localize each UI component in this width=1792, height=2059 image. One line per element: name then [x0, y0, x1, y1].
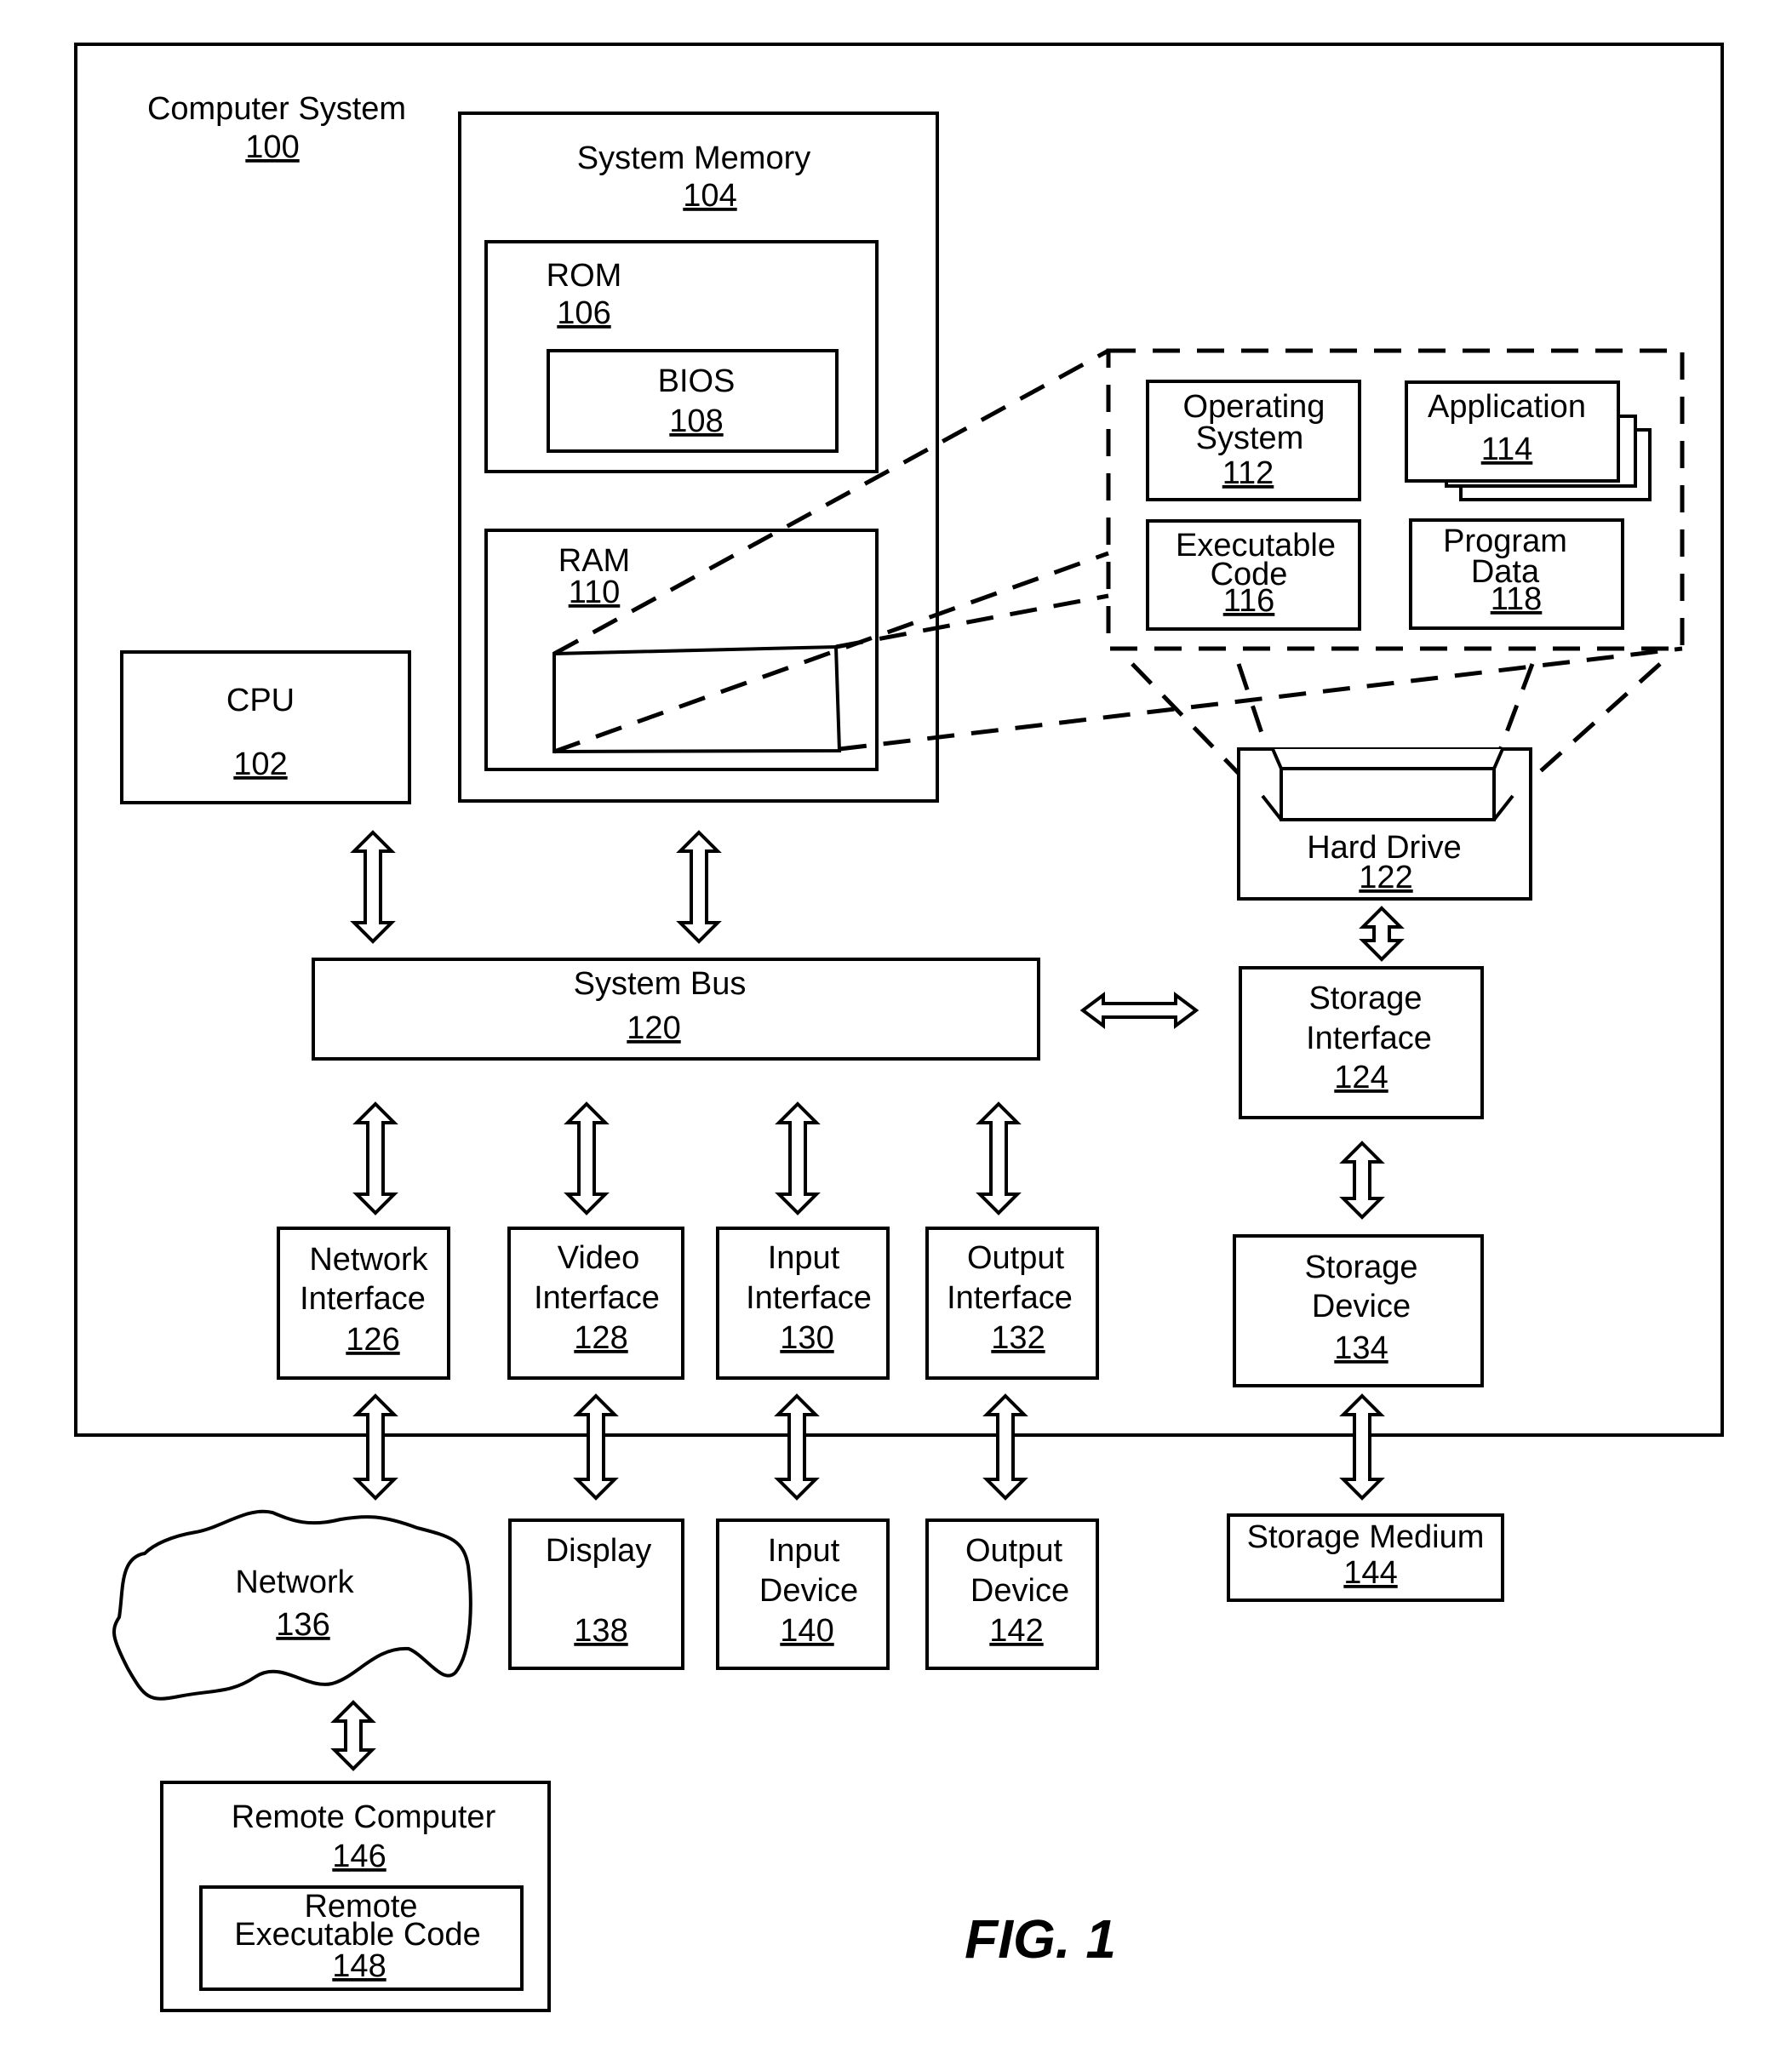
cpu-ref: 102 — [233, 746, 287, 782]
system-bus-ref: 120 — [627, 1010, 680, 1046]
input-device-label-2: Device — [759, 1573, 858, 1609]
display-label: Display — [546, 1533, 652, 1569]
output-device-label-1: Output — [965, 1533, 1063, 1569]
storage-device-block: Storage Device 134 — [1233, 1234, 1484, 1387]
storage-device-label-2: Device — [1312, 1289, 1411, 1324]
storage-device-label-1: Storage — [1304, 1250, 1417, 1285]
executable-code-ref: 116 — [1223, 583, 1275, 619]
network-ref: 136 — [276, 1607, 329, 1643]
remote-executable-code-ref: 148 — [332, 1948, 386, 1984]
rom-ref: 106 — [557, 295, 610, 331]
storage-device-ref: 134 — [1334, 1330, 1388, 1366]
system-bus-label: System Bus — [574, 966, 747, 1002]
input-device-block: Input Device 140 — [716, 1519, 890, 1670]
remote-executable-code-label-2: Executable Code — [234, 1917, 480, 1953]
cpu-block: CPU 102 — [120, 650, 411, 804]
application-label: Application — [1428, 389, 1586, 425]
display-block: Display 138 — [508, 1519, 684, 1670]
remote-computer-label: Remote Computer — [232, 1799, 496, 1835]
output-interface-block: Output Interface 132 — [925, 1227, 1099, 1380]
input-interface-label-2: Interface — [746, 1280, 872, 1316]
video-interface-label-2: Interface — [534, 1280, 660, 1316]
storage-medium-label: Storage Medium — [1247, 1519, 1485, 1555]
network-interface-label-2: Interface — [300, 1281, 426, 1317]
video-interface-block: Video Interface 128 — [507, 1227, 684, 1380]
application-ref: 114 — [1481, 432, 1533, 467]
ram-ref: 110 — [569, 575, 621, 610]
computer-system-ref: 100 — [245, 129, 299, 165]
output-interface-ref: 132 — [991, 1320, 1045, 1356]
remote-computer-ref: 146 — [332, 1839, 386, 1874]
network-interface-label-1: Network — [309, 1242, 428, 1278]
operating-system-label-1: Operating — [1183, 389, 1325, 425]
input-interface-block: Input Interface 130 — [716, 1227, 890, 1380]
input-interface-ref: 130 — [780, 1320, 833, 1356]
system-memory-ref: 104 — [683, 178, 736, 214]
network-cloud-shape — [112, 1509, 472, 1701]
hard-drive-bevel — [1271, 748, 1504, 770]
program-data-ref: 118 — [1491, 581, 1543, 617]
rom-label: ROM — [547, 258, 622, 294]
network-interface-block: Network Interface 126 — [277, 1227, 450, 1380]
output-device-block: Output Device 142 — [925, 1519, 1099, 1670]
video-interface-label-1: Video — [558, 1240, 640, 1276]
operating-system-ref: 112 — [1222, 455, 1274, 491]
remote-computer-block: Remote Computer 146 Remote Executable Co… — [160, 1781, 551, 2012]
output-device-ref: 142 — [989, 1613, 1043, 1649]
computer-system-label: Computer System — [147, 91, 406, 127]
video-interface-display-arrow — [573, 1393, 619, 1501]
input-interface-label-1: Input — [768, 1240, 840, 1276]
bios-ref: 108 — [669, 403, 723, 439]
operating-system-label-2: System — [1196, 420, 1304, 456]
storage-device-medium-arrow — [1339, 1393, 1385, 1501]
storage-interface-ref: 124 — [1334, 1060, 1388, 1095]
system-bus-block: System Bus 120 — [312, 958, 1040, 1061]
display-ref: 138 — [574, 1613, 627, 1649]
storage-medium-block: Storage Medium 144 — [1227, 1513, 1504, 1602]
network-label: Network — [235, 1564, 354, 1600]
output-interface-device-arrow — [982, 1393, 1028, 1501]
input-interface-device-arrow — [774, 1393, 820, 1501]
hard-drive-slot — [1280, 767, 1496, 821]
ram-label: RAM — [558, 543, 630, 579]
network-interface-ref: 126 — [346, 1322, 399, 1358]
input-device-ref: 140 — [780, 1613, 833, 1649]
output-interface-label-2: Interface — [947, 1280, 1073, 1316]
storage-medium-ref: 144 — [1343, 1555, 1397, 1591]
system-memory-label: System Memory — [577, 140, 810, 176]
storage-interface-label-1: Storage — [1308, 981, 1422, 1016]
input-device-label-1: Input — [768, 1533, 840, 1569]
output-device-label-2: Device — [970, 1573, 1069, 1609]
output-interface-label-1: Output — [967, 1240, 1065, 1276]
network-remote-computer-arrow — [330, 1700, 376, 1771]
computer-system-diagram: Computer System 100 System Memory 104 RO… — [74, 43, 1724, 2012]
hard-drive-ref: 122 — [1359, 860, 1412, 895]
storage-interface-label-2: Interface — [1306, 1021, 1432, 1056]
cpu-label: CPU — [226, 683, 295, 718]
bios-label: BIOS — [658, 363, 736, 399]
figure-label: FIG. 1 — [965, 1908, 1116, 1970]
video-interface-ref: 128 — [574, 1320, 627, 1356]
network-block: Network 136 — [112, 1509, 472, 1701]
network-interface-network-arrow — [352, 1393, 398, 1501]
storage-interface-block: Storage Interface 124 — [1239, 966, 1484, 1119]
hard-drive-block: Hard Drive 122 — [1237, 747, 1532, 901]
